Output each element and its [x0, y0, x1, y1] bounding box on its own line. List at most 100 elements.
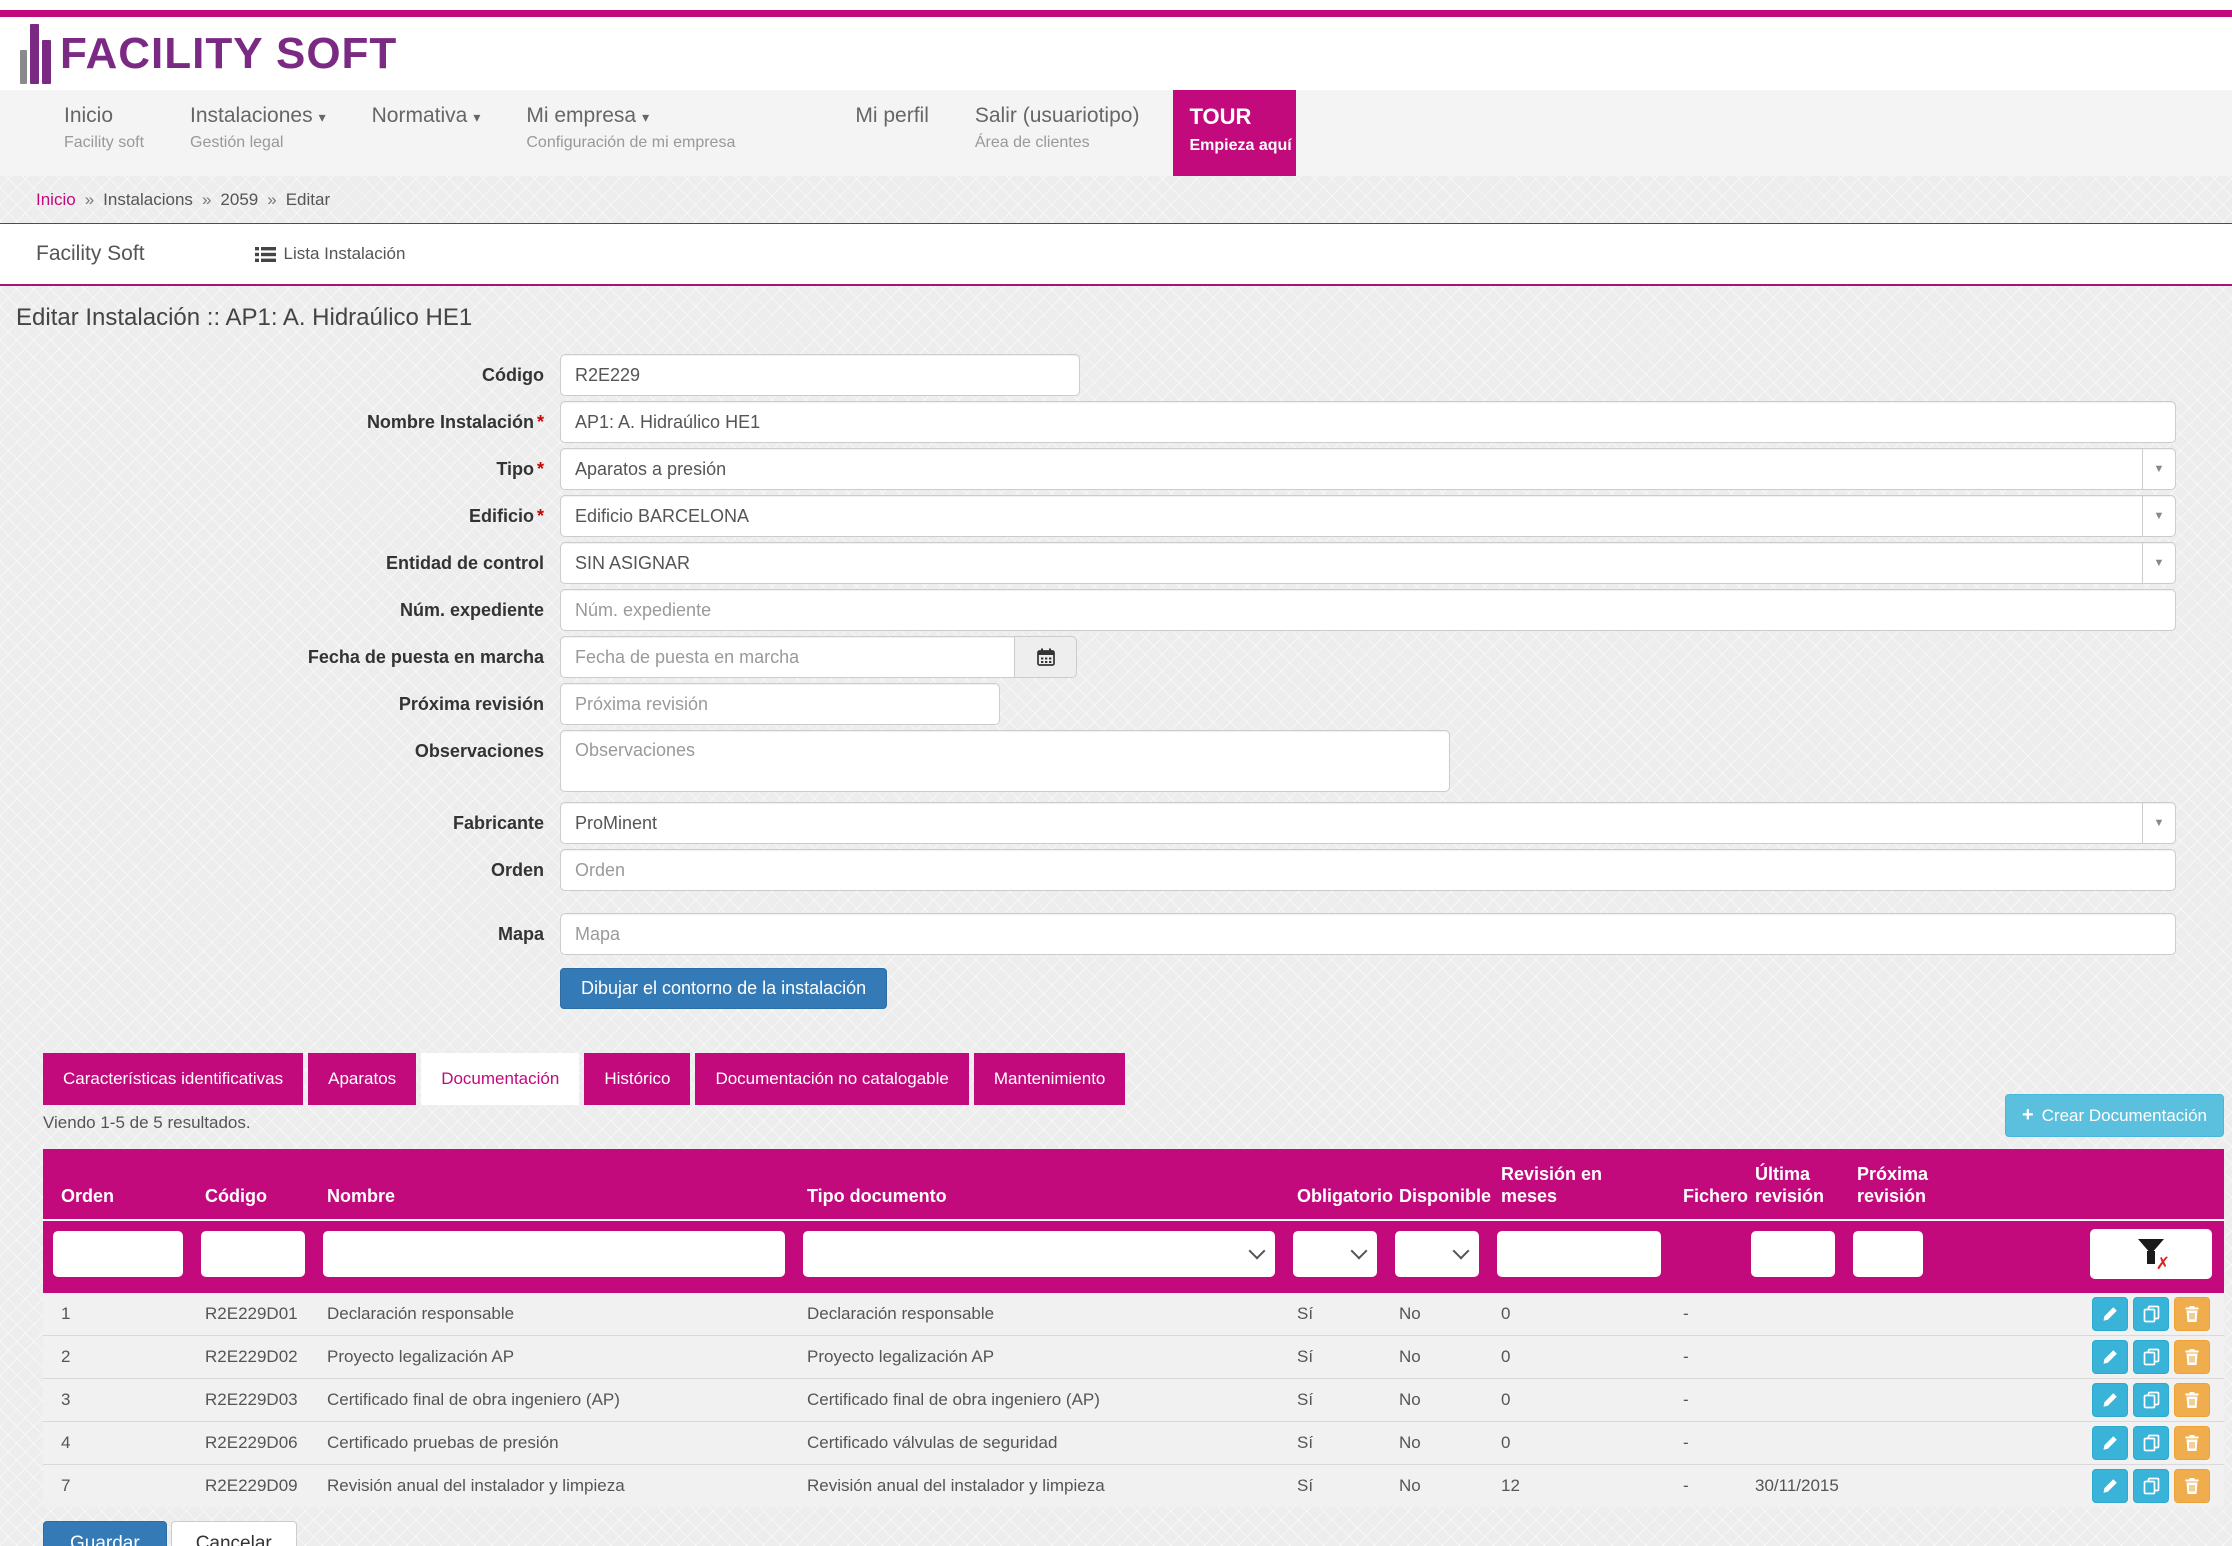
chevron-down-icon: ▾	[473, 109, 480, 125]
filter-nombre-input[interactable]	[323, 1231, 785, 1277]
copy-button[interactable]	[2133, 1469, 2169, 1503]
select-arrow-icon: ▼	[2142, 449, 2175, 489]
edit-installation-form: Código Nombre Instalación* Tipo* Aparato…	[0, 348, 2232, 1009]
col-header-obligatorio[interactable]: Obligatorio	[1283, 1149, 1385, 1220]
form-row: Próxima revisión	[0, 683, 2232, 725]
edificio-select[interactable]: Edificio BARCELONA ▼	[560, 495, 2176, 537]
delete-button[interactable]	[2174, 1469, 2210, 1503]
col-header-revision-meses[interactable]: Revisión en meses	[1487, 1149, 1669, 1220]
col-header-fichero[interactable]: Fichero	[1669, 1149, 1741, 1220]
filter-orden-input[interactable]	[53, 1231, 183, 1277]
col-header-orden[interactable]: Orden	[43, 1149, 191, 1220]
field-label: Nombre Instalación*	[0, 401, 560, 443]
fabricante-select-value: ProMinent	[575, 813, 657, 834]
nav-label: Mi perfil	[855, 104, 929, 127]
breadcrumb-item: Instalacions	[103, 190, 193, 210]
edit-button[interactable]	[2092, 1297, 2128, 1331]
tipo-select[interactable]: Aparatos a presión ▼	[560, 448, 2176, 490]
codigo-input[interactable]	[560, 354, 1080, 396]
col-header-codigo[interactable]: Código	[191, 1149, 313, 1220]
chevron-down-icon	[1249, 1243, 1266, 1260]
fabricante-select[interactable]: ProMinent ▼	[560, 802, 2176, 844]
col-header-nombre[interactable]: Nombre	[313, 1149, 793, 1220]
header: FACILITY SOFT	[0, 17, 2232, 90]
tab-doc-no-catalogable[interactable]: Documentación no catalogable	[695, 1053, 968, 1105]
edit-button[interactable]	[2092, 1469, 2128, 1503]
col-header-tipo-documento[interactable]: Tipo documento	[793, 1149, 1283, 1220]
nav-item-salir[interactable]: Salir (usuariotipo) Área de clientes	[975, 90, 1140, 176]
copy-icon	[2143, 1434, 2160, 1452]
orden-input[interactable]	[560, 849, 2176, 891]
table-row: 7 R2E229D09 Revisión anual del instalado…	[43, 1465, 2224, 1508]
section-toolbar: Facility Soft Lista Instalación	[0, 224, 2232, 286]
tab-historico[interactable]: Histórico	[584, 1053, 690, 1105]
delete-button[interactable]	[2174, 1426, 2210, 1460]
nav-item-inicio[interactable]: Inicio Facility soft	[64, 90, 144, 176]
copy-button[interactable]	[2133, 1426, 2169, 1460]
copy-button[interactable]	[2133, 1340, 2169, 1374]
copy-button[interactable]	[2133, 1383, 2169, 1417]
tab-documentacion[interactable]: Documentación	[421, 1053, 579, 1105]
lista-instalacion-link[interactable]: Lista Instalación	[255, 244, 406, 264]
edit-button[interactable]	[2092, 1383, 2128, 1417]
filter-ultima-revision-input[interactable]	[1751, 1231, 1835, 1277]
tab-aparatos[interactable]: Aparatos	[308, 1053, 416, 1105]
delete-button[interactable]	[2174, 1340, 2210, 1374]
tour-sublabel: Empieza aquí	[1189, 137, 1296, 155]
clear-filters-button[interactable]: ✗	[2090, 1229, 2212, 1279]
num-expediente-input[interactable]	[560, 589, 2176, 631]
filter-tipo-documento-select[interactable]	[803, 1231, 1275, 1277]
form-row: Entidad de control SIN ASIGNAR ▼	[0, 542, 2232, 584]
copy-button[interactable]	[2133, 1297, 2169, 1331]
observaciones-textarea[interactable]	[560, 730, 1450, 792]
edit-button[interactable]	[2092, 1340, 2128, 1374]
cell-nombre: Certificado pruebas de presión	[313, 1422, 793, 1465]
filter-disponible-select[interactable]	[1395, 1231, 1479, 1277]
filter-proxima-revision-input[interactable]	[1853, 1231, 1923, 1277]
copy-icon	[2143, 1348, 2160, 1366]
form-row: Edificio* Edificio BARCELONA ▼	[0, 495, 2232, 537]
nav-item-mi-empresa[interactable]: Mi empresa▾ Configuración de mi empresa	[526, 90, 735, 176]
nav-item-normativa[interactable]: Normativa▾	[372, 90, 481, 176]
edit-button[interactable]	[2092, 1426, 2128, 1460]
nav-sublabel: Facility soft	[64, 134, 144, 152]
calendar-button[interactable]	[1015, 636, 1077, 678]
filter-codigo-input[interactable]	[201, 1231, 305, 1277]
tab-mantenimiento[interactable]: Mantenimiento	[974, 1053, 1126, 1105]
fecha-puesta-marcha-input[interactable]	[560, 636, 1015, 678]
create-documentation-button[interactable]: + Crear Documentación	[2005, 1094, 2224, 1137]
nav-item-instalaciones[interactable]: Instalaciones▾ Gestión legal	[190, 90, 326, 176]
filter-obligatorio-select[interactable]	[1293, 1231, 1377, 1277]
proxima-revision-input[interactable]	[560, 683, 1000, 725]
trash-icon	[2185, 1435, 2199, 1451]
filter-revision-meses-input[interactable]	[1497, 1231, 1661, 1277]
col-header-proxima-revision[interactable]: Próxima revisión	[1843, 1149, 1931, 1220]
breadcrumb-home-link[interactable]: Inicio	[36, 190, 76, 210]
save-button[interactable]: Guardar	[43, 1521, 167, 1546]
cancel-button[interactable]: Cancelar	[171, 1521, 297, 1546]
copy-icon	[2143, 1391, 2160, 1409]
nombre-instalacion-input[interactable]	[560, 401, 2176, 443]
mapa-input[interactable]	[560, 913, 2176, 955]
col-header-disponible[interactable]: Disponible	[1385, 1149, 1487, 1220]
entidad-control-select[interactable]: SIN ASIGNAR ▼	[560, 542, 2176, 584]
copy-icon	[2143, 1477, 2160, 1495]
building-icon	[20, 24, 51, 84]
delete-button[interactable]	[2174, 1297, 2210, 1331]
cell-proxima-revision	[1843, 1293, 1931, 1336]
col-header-ultima-revision[interactable]: Última revisión	[1741, 1149, 1843, 1220]
toolbar-brand: Facility Soft	[36, 242, 145, 266]
cell-disponible: No	[1385, 1379, 1487, 1422]
delete-button[interactable]	[2174, 1383, 2210, 1417]
nav-item-mi-perfil[interactable]: Mi perfil	[855, 90, 929, 176]
draw-contour-button[interactable]: Dibujar el contorno de la instalación	[560, 968, 887, 1009]
cell-orden: 1	[43, 1293, 191, 1336]
nav-label: Salir (usuariotipo)	[975, 104, 1140, 127]
field-label: Observaciones	[0, 730, 560, 772]
nav-label: Mi empresa	[526, 104, 636, 127]
tour-button[interactable]: TOUR Empieza aquí	[1173, 90, 1296, 176]
tab-caracteristicas[interactable]: Características identificativas	[43, 1053, 303, 1105]
cell-proxima-revision	[1843, 1379, 1931, 1422]
cell-tipo: Proyecto legalización AP	[793, 1336, 1283, 1379]
cell-revision-meses: 0	[1487, 1422, 1669, 1465]
